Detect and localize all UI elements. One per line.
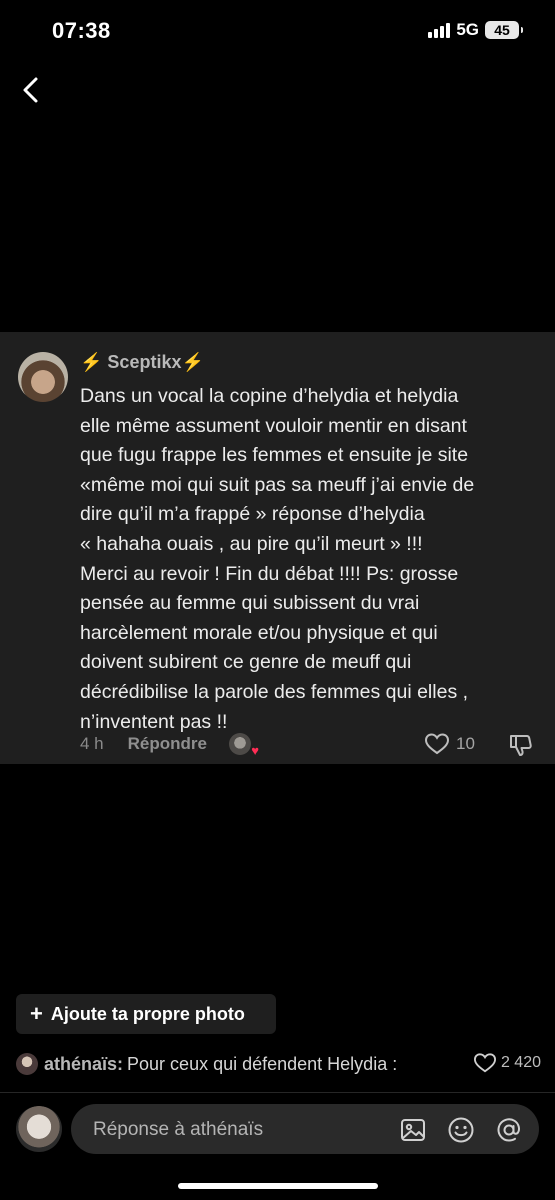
network-label: 5G	[456, 20, 479, 39]
image-icon	[401, 1119, 425, 1141]
reply-context-like-button[interactable]: 2 420	[473, 1052, 541, 1074]
comment-card: ⚡️ Sceptikx⚡️ Dans un vocal la copine d’…	[0, 332, 555, 764]
thumbs-down-icon	[510, 735, 532, 756]
reply-context-likes: 2 420	[500, 1054, 541, 1071]
battery-icon: 45	[485, 21, 523, 39]
user-avatar	[16, 1106, 62, 1152]
plus-icon: +	[30, 1001, 43, 1026]
creator-liked-avatar: ♥	[228, 733, 259, 758]
emoji-icon	[448, 1117, 474, 1143]
reply-button[interactable]: Répondre	[128, 734, 207, 754]
comment-line: dire qu’il m’a frappé » réponse d’helydi…	[80, 503, 425, 526]
image-button[interactable]	[399, 1116, 427, 1144]
home-indicator	[178, 1183, 378, 1189]
comment-meta: 4 h Répondre ♥	[80, 732, 259, 758]
comment-author[interactable]: ⚡️ Sceptikx⚡️	[80, 352, 204, 373]
add-own-photo-label: Ajoute ta propre photo	[50, 1003, 245, 1024]
status-time: 07:38	[52, 18, 111, 43]
status-bar: 07:38 5G 45	[0, 0, 555, 62]
comment-time: 4 h	[80, 734, 104, 753]
author-suffix: ⚡️	[181, 352, 204, 372]
comment-author-avatar[interactable]	[18, 352, 68, 402]
heart-icon	[473, 1053, 496, 1073]
chevron-left-icon	[23, 77, 38, 103]
emoji-button[interactable]	[447, 1116, 475, 1144]
comment-line: harcèlement morale et/ou physique et qui	[80, 621, 438, 644]
reply-context-avatar	[16, 1053, 38, 1075]
comment-line: doivent subirent ce genre de meuff qui	[80, 651, 412, 674]
comment-line: Dans un vocal la copine d’helydia et hel…	[80, 385, 459, 407]
author-prefix: ⚡️	[80, 352, 108, 372]
mention-button[interactable]	[495, 1116, 523, 1144]
comment-line: Merci au revoir ! Fin du débat !!!! Ps: …	[80, 562, 459, 585]
like-button[interactable]: 10	[424, 732, 475, 756]
comment-line: décrédibilise la parole des femmes qui e…	[80, 680, 469, 703]
comment-line: elle même assument vouloir mentir en dis…	[80, 414, 467, 437]
comment-line: que fugu frappe les femmes et ensuite je…	[80, 444, 469, 467]
author-name: Sceptikx	[107, 352, 182, 372]
at-sign-icon	[497, 1118, 520, 1142]
comment-line: pensée au femme qui subissent du vrai	[80, 592, 420, 615]
comment-line: «même moi qui suit pas sa meuff j’ai env…	[80, 473, 475, 496]
add-own-photo-button[interactable]: + Ajoute ta propre photo	[16, 994, 276, 1034]
divider	[0, 1092, 555, 1093]
reply-composer	[71, 1104, 539, 1156]
reply-context-text: Pour ceux qui défendent Helydia :	[127, 1053, 398, 1074]
comment-line: « hahaha ouais , au pire qu’il meurt » !…	[80, 532, 423, 555]
heart-icon: ♥	[251, 743, 259, 758]
status-indicators: 5G 45	[428, 20, 523, 40]
reply-context[interactable]: athénaïs: Pour ceux qui défendent Helydi…	[16, 1050, 541, 1078]
comment-text: Dans un vocal la copine d’helydia et hel…	[80, 382, 540, 737]
dislike-button[interactable]	[508, 732, 534, 758]
reply-input[interactable]	[91, 1104, 385, 1156]
signal-icon	[428, 22, 451, 38]
heart-icon	[424, 733, 450, 755]
back-button[interactable]	[16, 72, 48, 108]
like-count: 10	[456, 734, 475, 753]
reply-context-name: athénaïs:	[44, 1053, 124, 1074]
